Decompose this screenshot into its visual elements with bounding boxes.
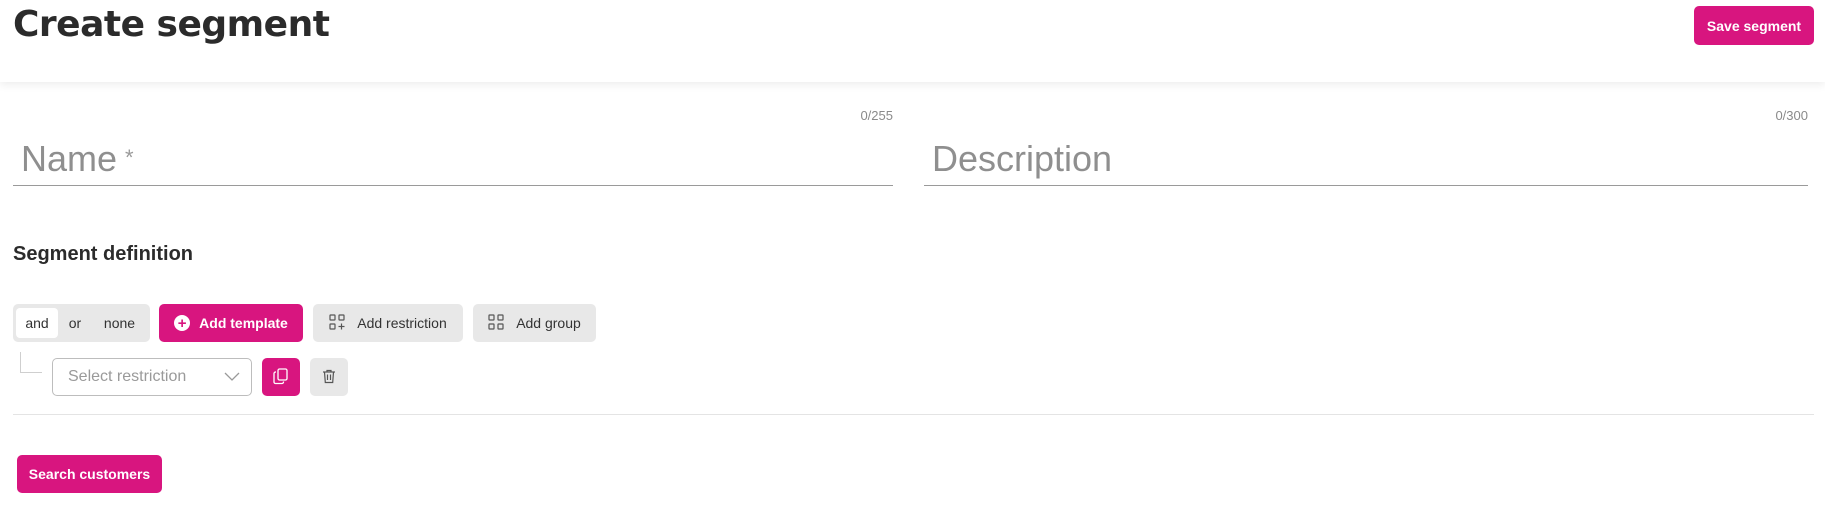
trash-icon [321, 368, 337, 387]
description-underline [924, 185, 1808, 186]
description-field[interactable]: 0/300 Description [924, 108, 1808, 308]
add-restriction-icon [329, 313, 345, 333]
add-group-label: Add group [516, 315, 581, 331]
section-divider [13, 414, 1814, 415]
description-input[interactable]: Description [932, 138, 1112, 180]
copy-icon [272, 367, 290, 388]
add-group-button[interactable]: Add group [473, 304, 596, 342]
tree-connector [20, 352, 42, 373]
plus-circle-icon: + [174, 315, 191, 331]
description-placeholder: Description [932, 138, 1113, 179]
segment-definition-title: Segment definition [13, 243, 193, 265]
add-restriction-label: Add restriction [357, 315, 447, 331]
name-field[interactable]: 0/255 Name * [13, 108, 893, 308]
save-segment-button[interactable]: Save segment [1694, 6, 1814, 45]
name-placeholder: Name [21, 138, 118, 179]
select-restriction-dropdown[interactable]: Select restriction [52, 358, 252, 396]
logic-operator-toggle: and or none [13, 304, 150, 342]
logic-option-none[interactable]: none [92, 308, 147, 338]
chevron-down-icon [223, 370, 241, 389]
add-restriction-button[interactable]: Add restriction [313, 304, 463, 342]
delete-restriction-button[interactable] [310, 358, 348, 396]
logic-option-or[interactable]: or [58, 308, 92, 338]
logic-option-and[interactable]: and [16, 308, 58, 338]
add-template-label: Add template [199, 315, 288, 331]
name-char-counter: 0/255 [860, 108, 893, 123]
duplicate-restriction-button[interactable] [262, 358, 300, 396]
description-char-counter: 0/300 [1775, 108, 1808, 123]
name-input[interactable]: Name * [21, 138, 134, 180]
page-title: Create segment [13, 4, 330, 45]
select-restriction-placeholder: Select restriction [68, 368, 187, 385]
page-header: Create segment Save segment [0, 0, 1825, 82]
grid-icon [488, 313, 504, 333]
search-customers-button[interactable]: Search customers [17, 455, 162, 493]
name-underline [13, 185, 893, 186]
add-template-button[interactable]: + Add template [159, 304, 303, 342]
required-mark: * [125, 145, 134, 170]
